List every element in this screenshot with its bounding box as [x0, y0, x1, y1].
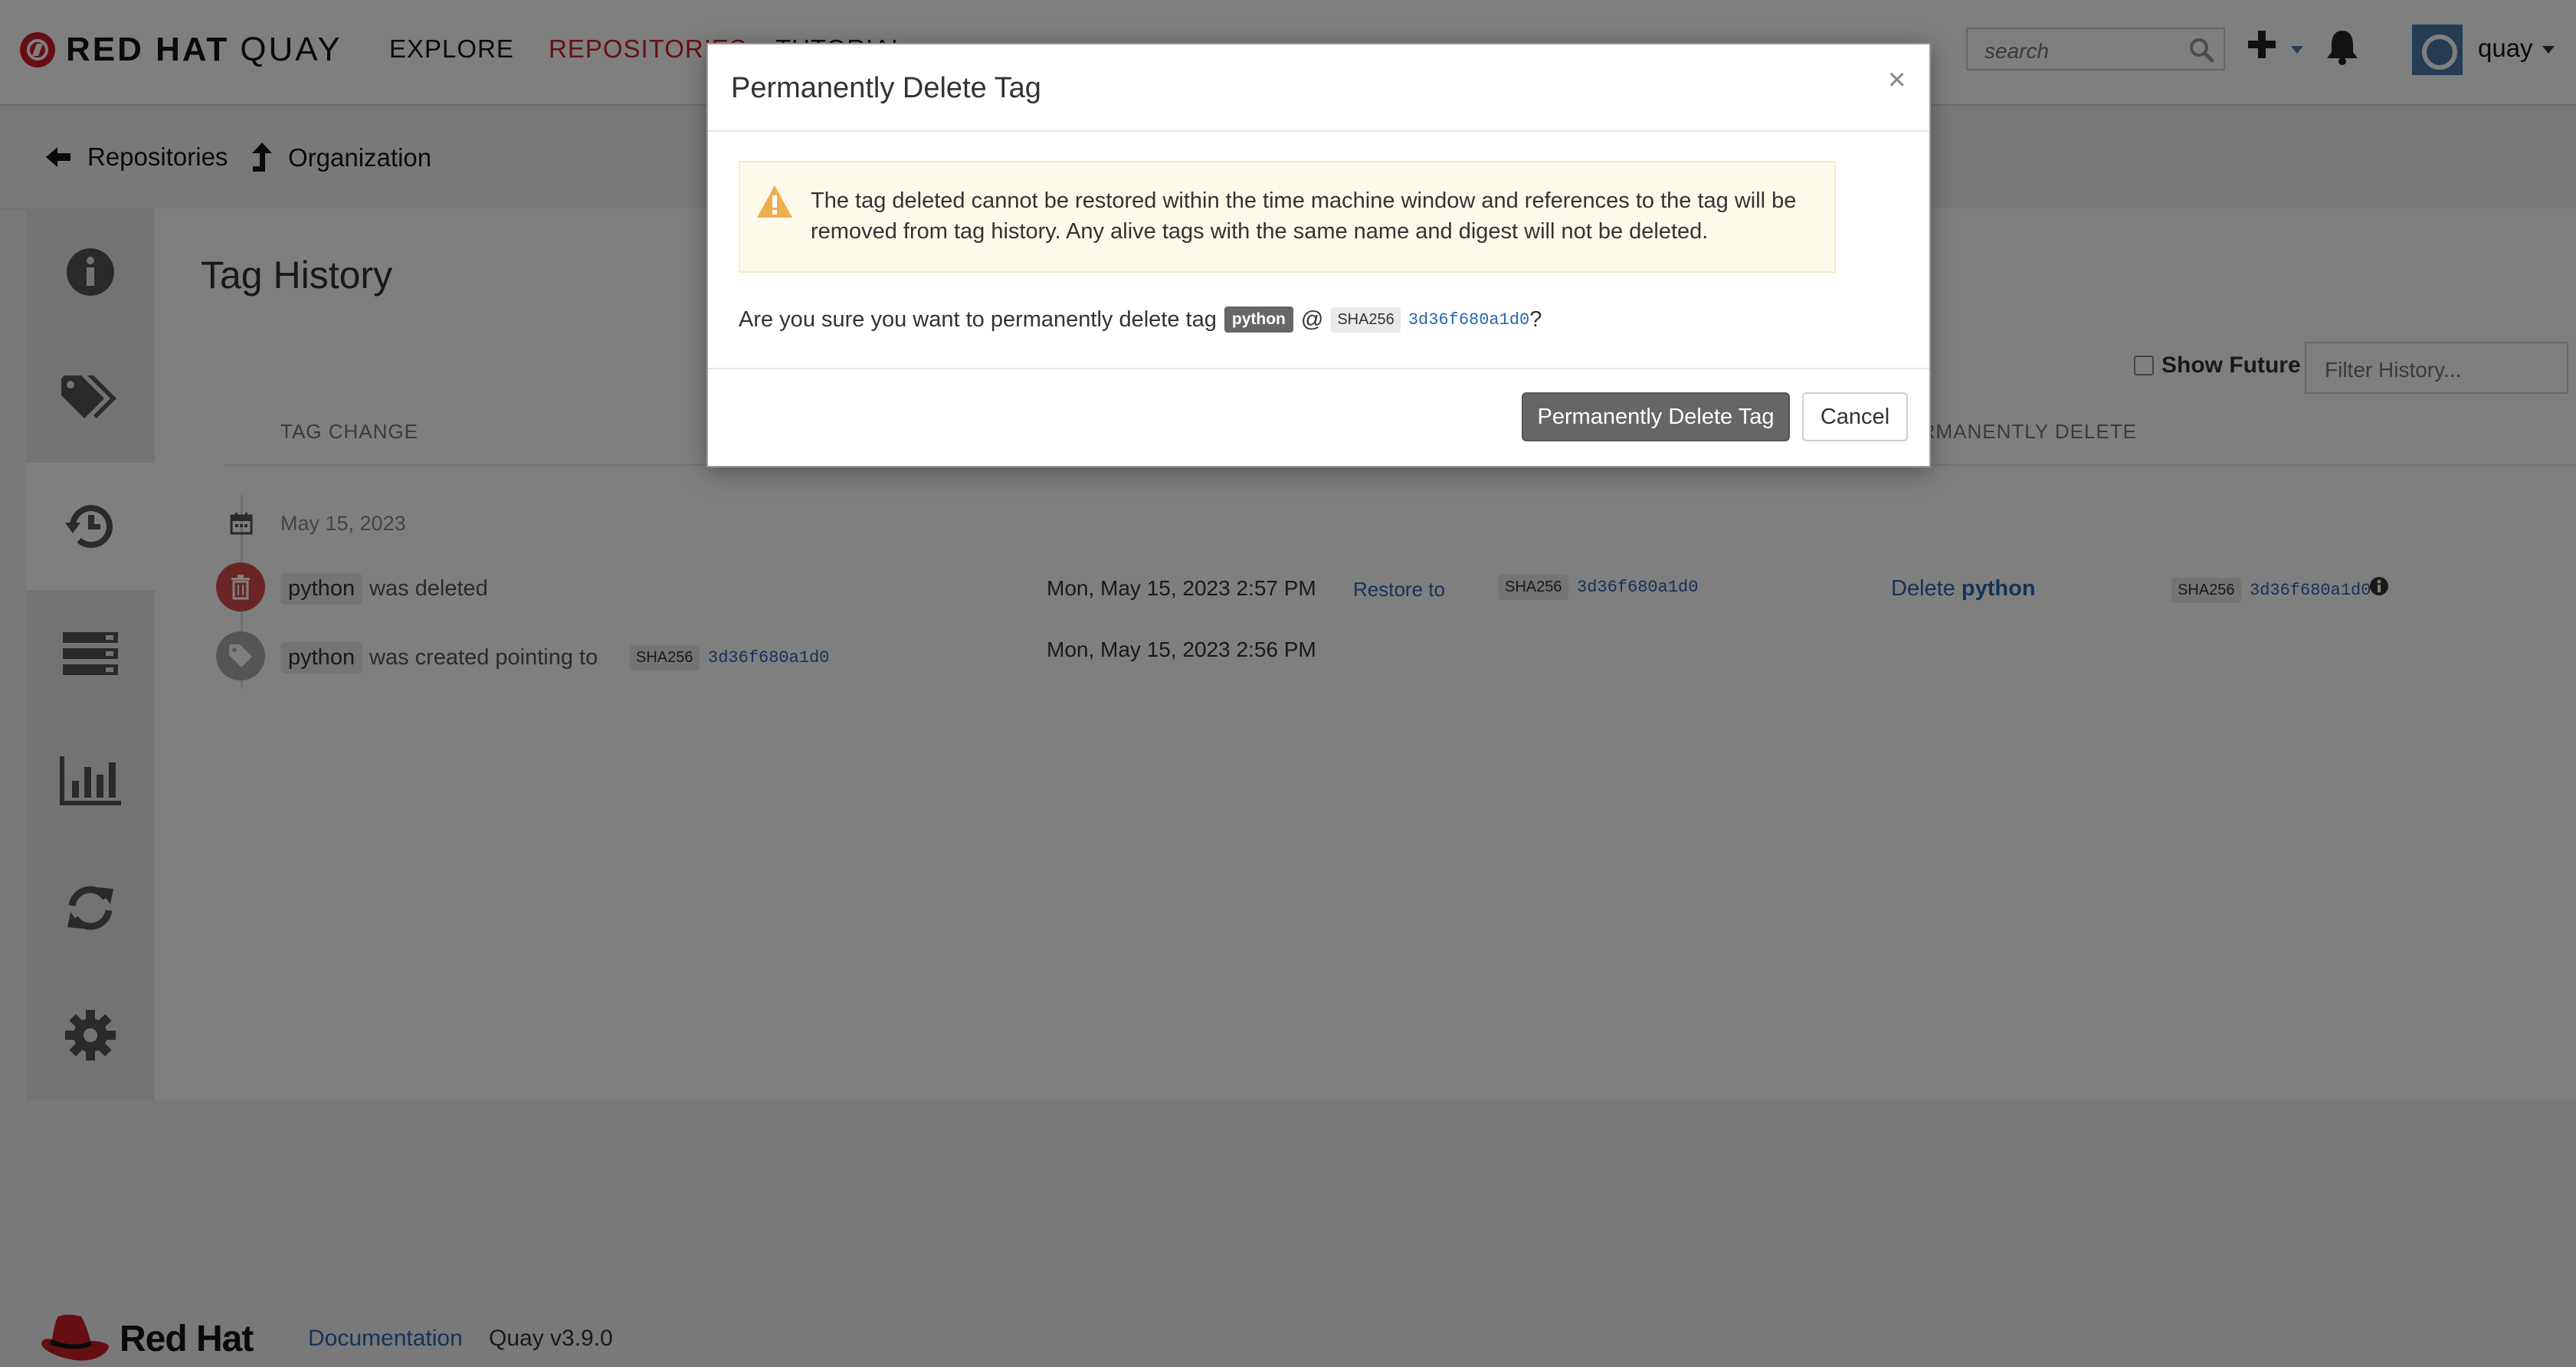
warning-alert: The tag deleted cannot be restored withi…	[739, 161, 1836, 273]
question-tag-badge: python	[1224, 307, 1293, 333]
confirm-question: Are you sure you want to permanently del…	[739, 307, 1542, 333]
warning-triangle-icon	[757, 185, 792, 218]
permanently-delete-tag-button[interactable]: Permanently Delete Tag	[1522, 392, 1790, 441]
permanently-delete-tag-dialog: Permanently Delete Tag × The tag deleted…	[706, 43, 1931, 467]
question-suffix: ?	[1529, 307, 1542, 332]
question-prefix: Are you sure you want to permanently del…	[739, 307, 1217, 332]
question-digest: 3d36f680a1d0	[1408, 310, 1530, 329]
modal-header-divider	[708, 130, 1929, 132]
warning-text: The tag deleted cannot be restored withi…	[811, 188, 1797, 244]
modal-close-icon[interactable]: ×	[1888, 63, 1906, 97]
modal-title: Permanently Delete Tag	[731, 72, 1041, 104]
modal-footer-divider	[708, 368, 1929, 369]
cancel-button[interactable]: Cancel	[1802, 392, 1908, 441]
question-sha-label: SHA256	[1331, 307, 1401, 333]
question-at-sign: @	[1300, 307, 1324, 332]
